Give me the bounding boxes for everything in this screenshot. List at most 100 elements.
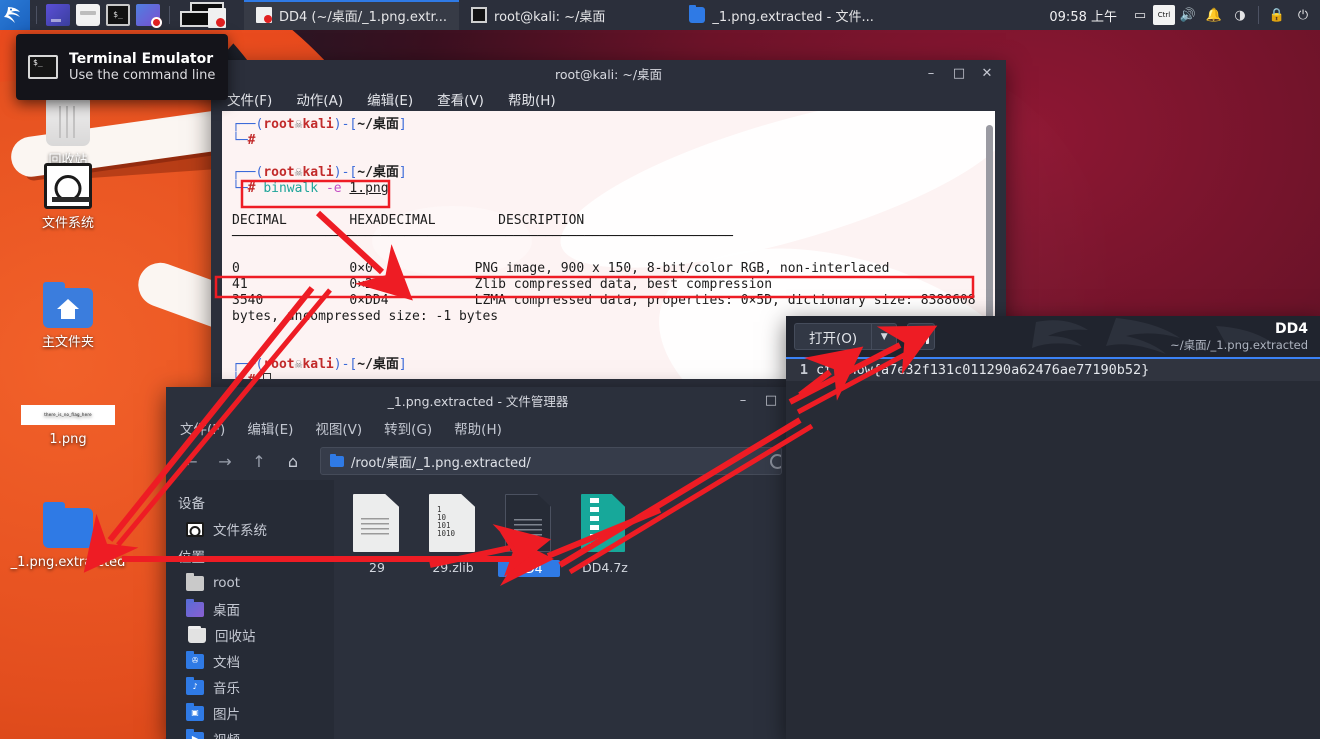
file-manager-toolbar[interactable]: ← → ↑ ⌂ /root/桌面/_1.png.extracted/ [166, 442, 790, 480]
tray-separator [1258, 6, 1259, 24]
file-item-dd4[interactable]: DD4 [498, 494, 560, 577]
system-tray[interactable]: 09:58 上午 ▭ Ctrl 🔊 🔔 ◑ 🔒 ⏻ [1049, 0, 1320, 30]
menu-view[interactable]: 查看(V) [437, 89, 484, 109]
sidebar-item-filesystem[interactable]: 文件系统 [166, 516, 334, 542]
row-hex: 0×DD4 [349, 293, 389, 308]
menu-actions[interactable]: 动作(A) [296, 89, 343, 109]
file-manager-window-controls[interactable]: – □ [730, 387, 784, 414]
desktop-icon-extracted-folder[interactable]: _1.png.extra-cted [8, 502, 128, 571]
prompt-path: ~/桌面 [357, 117, 399, 132]
terminal-cursor [263, 373, 272, 379]
editor-text-area[interactable]: 1 ctfshow{a7e32f131c011290a62476ae77190b… [786, 359, 1320, 739]
input-method-icon[interactable]: Ctrl [1153, 5, 1175, 25]
command-name: binwalk [263, 181, 319, 196]
power-manager-icon[interactable]: ◑ [1227, 0, 1253, 30]
desktop-icon-trash[interactable]: 回收站 [8, 92, 128, 169]
editor-line[interactable]: 1 ctfshow{a7e32f131c011290a62476ae77190b… [786, 359, 1320, 381]
menu-help[interactable]: 帮助(H) [454, 418, 502, 438]
lock-screen-icon[interactable]: 🔒 [1264, 0, 1290, 30]
notification-bell-icon[interactable]: 🔔 [1201, 0, 1227, 30]
menu-edit[interactable]: 编辑(E) [367, 89, 413, 109]
file-list-area[interactable]: 29 1 10 101 1010 29.zlib DD4 DD4.7z [334, 480, 790, 739]
row-hex: 0×29 [349, 277, 381, 292]
back-button[interactable]: ← [176, 447, 206, 475]
text-editor-window[interactable]: 打开(O) ▼ DD4 ~/桌面/_1.png.extracted 1 ctfs… [786, 316, 1320, 739]
desktop-folder-icon [186, 598, 204, 617]
panel-separator [169, 6, 170, 24]
top-panel[interactable]: $_ DD4 (~/桌面/_1.png.extr... root@kali: ~… [0, 0, 1320, 30]
taskbar-item-editor[interactable]: DD4 (~/桌面/_1.png.extr... [244, 0, 460, 30]
close-button[interactable]: ✕ [974, 60, 1000, 87]
sidebar-item-pictures[interactable]: ▣ 图片 [166, 700, 334, 726]
menu-file[interactable]: 文件(F) [180, 418, 225, 438]
terminal-titlebar[interactable]: root@kali: ~/桌面 – □ ✕ [211, 60, 1006, 87]
file-item-29-zlib[interactable]: 1 10 101 1010 29.zlib [422, 494, 484, 577]
row-decimal: 41 [232, 277, 248, 292]
prompt-hash: # [247, 181, 256, 196]
prompt-host: kali [302, 357, 334, 372]
terminal-title: root@kali: ~/桌面 [554, 67, 663, 82]
file-manager-sidebar[interactable]: 设备 文件系统 位置 root 桌面 回收站 ✇ 文档 ♪ 音乐 ▣ 图片 ▶ [166, 480, 334, 739]
desktop-icon-1png[interactable]: there_is_no_flag_here 1.png [8, 405, 128, 448]
music-folder-icon: ♪ [186, 676, 204, 695]
menu-help[interactable]: 帮助(H) [508, 89, 556, 109]
launcher-applications[interactable] [46, 4, 70, 26]
kali-dragon-logo-icon[interactable] [0, 0, 30, 30]
search-icon[interactable] [770, 454, 781, 469]
editor-title-block: DD4 ~/桌面/_1.png.extracted [1170, 321, 1308, 352]
display-icon[interactable]: ▭ [1127, 0, 1153, 30]
forward-button[interactable]: → [210, 447, 240, 475]
menu-edit[interactable]: 编辑(E) [247, 418, 293, 438]
clock[interactable]: 09:58 上午 [1049, 6, 1117, 25]
minimize-button[interactable]: – [918, 60, 944, 87]
logout-icon[interactable]: ⏻ [1290, 0, 1316, 30]
row-description: PNG image, 900 x 150, 8-bit/color RGB, n… [474, 261, 890, 276]
terminal-window-controls[interactable]: – □ ✕ [918, 60, 1000, 87]
open-button[interactable]: 打开(O) [794, 323, 872, 350]
up-button[interactable]: ↑ [244, 447, 274, 475]
minimize-button[interactable]: – [730, 387, 756, 414]
taskbar-item-terminal[interactable]: root@kali: ~/桌面 [459, 0, 617, 30]
sidebar-item-documents[interactable]: ✇ 文档 [166, 648, 334, 674]
volume-icon[interactable]: 🔊 [1175, 0, 1201, 30]
sidebar-item-label: 视频 [213, 729, 240, 739]
sidebar-item-desktop[interactable]: 桌面 [166, 596, 334, 622]
launcher-screen-recorder[interactable] [136, 4, 162, 28]
desktop-icon-label: 主文件夹 [41, 335, 94, 350]
home-button[interactable]: ⌂ [278, 447, 308, 475]
sidebar-item-videos[interactable]: ▶ 视频 [166, 726, 334, 739]
terminal-menubar[interactable]: 文件(F) 动作(A) 编辑(E) 查看(V) 帮助(H) [211, 87, 1006, 111]
menu-go[interactable]: 转到(G) [384, 418, 432, 438]
file-manager-window[interactable]: _1.png.extracted - 文件管理器 – □ 文件(F) 编辑(E)… [166, 387, 790, 739]
editor-open-group[interactable]: 打开(O) ▼ [794, 323, 936, 350]
sidebar-item-label: 桌面 [213, 603, 240, 619]
file-manager-main: 设备 文件系统 位置 root 桌面 回收站 ✇ 文档 ♪ 音乐 ▣ 图片 ▶ … [166, 480, 790, 739]
maximize-button[interactable]: □ [758, 387, 784, 414]
file-manager-titlebar[interactable]: _1.png.extracted - 文件管理器 – □ [166, 387, 790, 414]
sidebar-item-trash[interactable]: 回收站 [166, 622, 334, 648]
text-file-icon-dark [505, 494, 553, 554]
taskbar-item-file-manager[interactable]: _1.png.extracted - 文件... [677, 0, 886, 30]
menu-file[interactable]: 文件(F) [227, 89, 272, 109]
editor-file-path: ~/桌面/_1.png.extracted [1170, 338, 1308, 352]
pictures-folder-icon: ▣ [186, 702, 204, 721]
terminal-icon [471, 7, 488, 23]
path-bar[interactable]: /root/桌面/_1.png.extracted/ [320, 447, 782, 475]
file-item-dd4-7z[interactable]: DD4.7z [574, 494, 636, 577]
thumbnail-embedded-text: there_is_no_flag_here [44, 412, 92, 417]
file-manager-menubar[interactable]: 文件(F) 编辑(E) 视图(V) 转到(G) 帮助(H) [166, 414, 790, 442]
save-button[interactable] [907, 323, 936, 350]
launcher-file-manager[interactable] [76, 4, 100, 26]
chevron-down-icon[interactable]: ▼ [871, 323, 898, 350]
sidebar-item-music[interactable]: ♪ 音乐 [166, 674, 334, 700]
file-item-29[interactable]: 29 [346, 494, 408, 577]
launcher-terminal[interactable]: $_ [106, 4, 130, 26]
sidebar-item-root[interactable]: root [166, 570, 334, 596]
menu-view[interactable]: 视图(V) [315, 418, 362, 438]
output-header-decimal: DECIMAL [232, 213, 287, 228]
maximize-button[interactable]: □ [946, 60, 972, 87]
desktop-icon-home[interactable]: 主文件夹 [8, 282, 128, 351]
editor-header[interactable]: 打开(O) ▼ DD4 ~/桌面/_1.png.extracted [786, 316, 1320, 357]
launcher-window-switcher[interactable] [180, 2, 240, 28]
desktop-icon-filesystem[interactable]: 文件系统 [8, 163, 128, 232]
